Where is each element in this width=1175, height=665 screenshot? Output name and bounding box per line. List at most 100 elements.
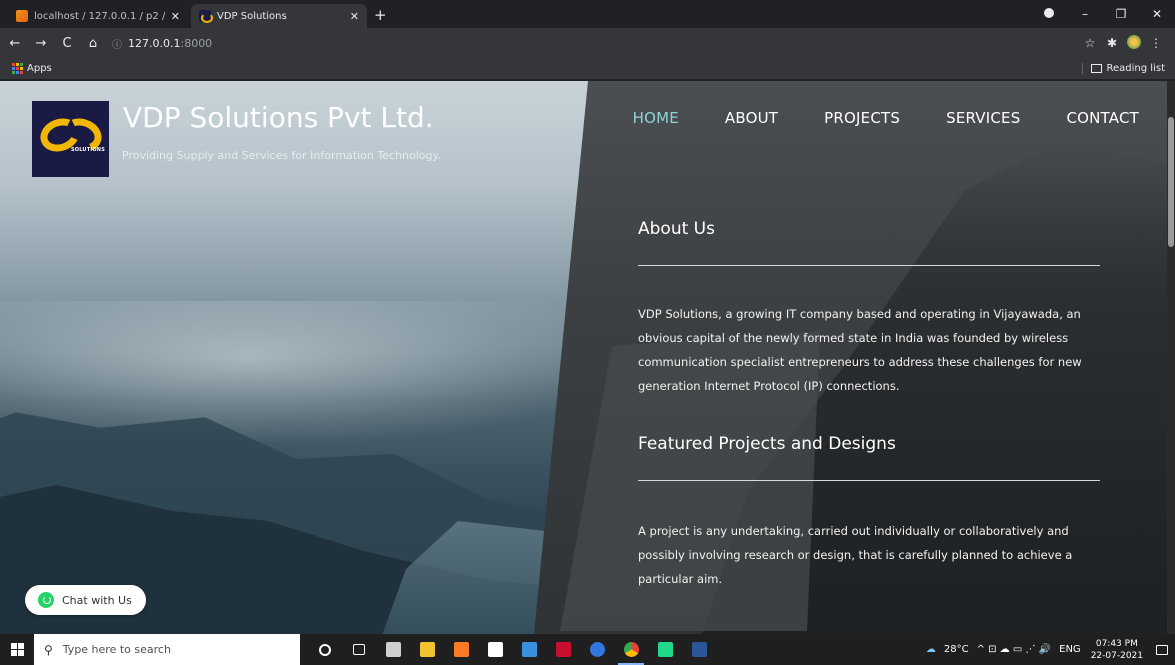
tab-vdp-solutions[interactable]: VDP Solutions ✕ [191, 4, 367, 28]
close-tab-icon[interactable]: ✕ [171, 10, 180, 23]
phpmyadmin-favicon-icon [16, 10, 28, 22]
store-icon [487, 642, 503, 657]
nav-about[interactable]: ABOUT [725, 109, 778, 127]
chat-with-us-button[interactable]: Chat with Us [25, 585, 146, 615]
bookmark-star-icon[interactable]: ☆ [1079, 36, 1101, 50]
taskbar-app-xampp[interactable] [444, 634, 478, 665]
taskbar-app-task-view[interactable] [342, 634, 376, 665]
projects-heading: Featured Projects and Designs [638, 434, 896, 454]
reading-list-label: Reading list [1106, 63, 1165, 74]
weather-icon[interactable]: ☁ [926, 644, 936, 655]
close-tab-icon[interactable]: ✕ [350, 10, 359, 23]
extensions-icon[interactable]: ✱ [1101, 36, 1123, 50]
main-nav: HOME ABOUT PROJECTS SERVICES CONTACT [587, 109, 1139, 127]
taskbar-app-store[interactable] [478, 634, 512, 665]
tab-strip: localhost / 127.0.0.1 / p2 / review ✕ VD… [0, 0, 1175, 28]
home-icon[interactable]: ⌂ [82, 36, 104, 51]
taskbar-app-mail[interactable] [512, 634, 546, 665]
apps-label: Apps [27, 63, 52, 74]
tray-icons[interactable]: ^ ⊡ ☁ ▭ ⋰ 🔊 [977, 644, 1052, 655]
projects-body: A project is any undertaking, carried ou… [638, 524, 1073, 586]
taskbar-app-cortana[interactable] [308, 634, 342, 665]
back-icon[interactable]: ← [4, 36, 26, 51]
search-icon: ⚲ [44, 642, 53, 657]
system-tray: ☁ 28°C ^ ⊡ ☁ ▭ ⋰ 🔊 ENG 07:43 PM 22-07-20… [922, 634, 1175, 665]
windows-logo-icon [10, 643, 24, 656]
search-placeholder: Type here to search [62, 643, 171, 656]
notifications-button[interactable] [1149, 634, 1175, 665]
tab-label: localhost / 127.0.0.1 / p2 / review [34, 10, 165, 22]
nav-contact[interactable]: CONTACT [1066, 109, 1139, 127]
taskbar-app-pycharm[interactable] [648, 634, 682, 665]
site-tagline: Providing Supply and Services for Inform… [122, 149, 441, 162]
profile-icon[interactable] [1031, 7, 1067, 21]
reading-list-button[interactable]: Reading list [1081, 63, 1165, 74]
desktop-icon [385, 642, 401, 657]
minimize-icon[interactable]: – [1067, 7, 1103, 21]
tab-label: VDP Solutions [217, 10, 287, 22]
apps-bookmark[interactable]: Apps [12, 63, 52, 74]
mcafee-icon [555, 642, 571, 657]
site-title: VDP Solutions Pvt Ltd. [123, 101, 434, 134]
section-divider [638, 265, 1100, 266]
bookmarks-bar: Apps Reading list [0, 58, 1175, 80]
new-tab-button[interactable]: + [374, 6, 387, 24]
tab-phpmyadmin[interactable]: localhost / 127.0.0.1 / p2 / review ✕ [8, 4, 188, 28]
notification-icon [1156, 644, 1168, 655]
taskbar-apps [308, 634, 716, 665]
cortana-icon [319, 643, 331, 656]
pycharm-icon [657, 642, 673, 657]
taskbar-app-chrome[interactable] [614, 634, 648, 665]
reading-list-icon [1090, 64, 1102, 73]
url-host: 127.0.0.1 [128, 36, 181, 50]
word-icon [691, 642, 707, 657]
window-controls: – ❐ ✕ [1031, 0, 1175, 28]
taskbar-search[interactable]: ⚲ Type here to search [34, 634, 300, 665]
section-divider [638, 480, 1100, 481]
clock-date: 22-07-2021 [1090, 650, 1143, 661]
mail-icon [521, 642, 537, 657]
file-explorer-icon [419, 642, 435, 657]
restore-icon[interactable]: ❐ [1103, 7, 1139, 21]
weather-temperature[interactable]: 28°C [944, 644, 969, 655]
browser-toolbar: ← → C ⌂ ⓘ 127.0.0.1:8000 ☆ ✱ ⋮ [0, 28, 1175, 58]
apps-grid-icon [12, 63, 23, 74]
about-section: About Us VDP Solutions, a growing IT com… [638, 219, 1100, 398]
forward-icon[interactable]: → [30, 36, 52, 51]
taskbar-app-file-explorer[interactable] [410, 634, 444, 665]
taskbar-clock[interactable]: 07:43 PM 22-07-2021 [1091, 638, 1143, 662]
taskbar-app-edge-blue[interactable] [580, 634, 614, 665]
task-view-icon [353, 644, 365, 655]
taskbar-app-desktop[interactable] [376, 634, 410, 665]
extension-avatar-icon[interactable] [1123, 34, 1145, 52]
page-scrollbar[interactable] [1167, 81, 1175, 634]
chat-label: Chat with Us [62, 593, 132, 607]
projects-section: Featured Projects and Designs A project … [638, 434, 1100, 591]
close-window-icon[interactable]: ✕ [1139, 7, 1175, 21]
chrome-icon [623, 642, 639, 657]
reload-icon[interactable]: C [56, 36, 78, 51]
page-viewport: SOLUTIONS VDP Solutions Pvt Ltd. Providi… [0, 81, 1175, 634]
nav-services[interactable]: SERVICES [946, 109, 1020, 127]
taskbar-app-word[interactable] [682, 634, 716, 665]
nav-home[interactable]: HOME [633, 109, 679, 127]
clock-time: 07:43 PM [1095, 638, 1138, 649]
about-body: VDP Solutions, a growing IT company base… [638, 307, 1082, 393]
scrollbar-thumb[interactable] [1168, 117, 1174, 247]
about-heading: About Us [638, 219, 715, 239]
site-info-icon[interactable]: ⓘ [112, 36, 122, 51]
whatsapp-icon [38, 592, 54, 608]
edge-blue-icon [589, 642, 605, 657]
xampp-icon [453, 642, 469, 657]
input-language[interactable]: ENG [1059, 644, 1081, 655]
taskbar-app-mcafee[interactable] [546, 634, 580, 665]
main-content: About Us VDP Solutions, a growing IT com… [638, 219, 1100, 591]
vdp-favicon-icon [199, 10, 213, 23]
nav-projects[interactable]: PROJECTS [824, 109, 900, 127]
site-logo[interactable]: SOLUTIONS [32, 101, 109, 177]
logo-text: SOLUTIONS [70, 147, 105, 153]
address-bar[interactable]: ⓘ 127.0.0.1:8000 [112, 32, 1079, 54]
browser-menu-icon[interactable]: ⋮ [1145, 36, 1167, 50]
windows-taskbar: ⚲ Type here to search ☁ 28°C ^ ⊡ ☁ ▭ ⋰ 🔊… [0, 634, 1175, 665]
start-button[interactable] [0, 643, 34, 656]
